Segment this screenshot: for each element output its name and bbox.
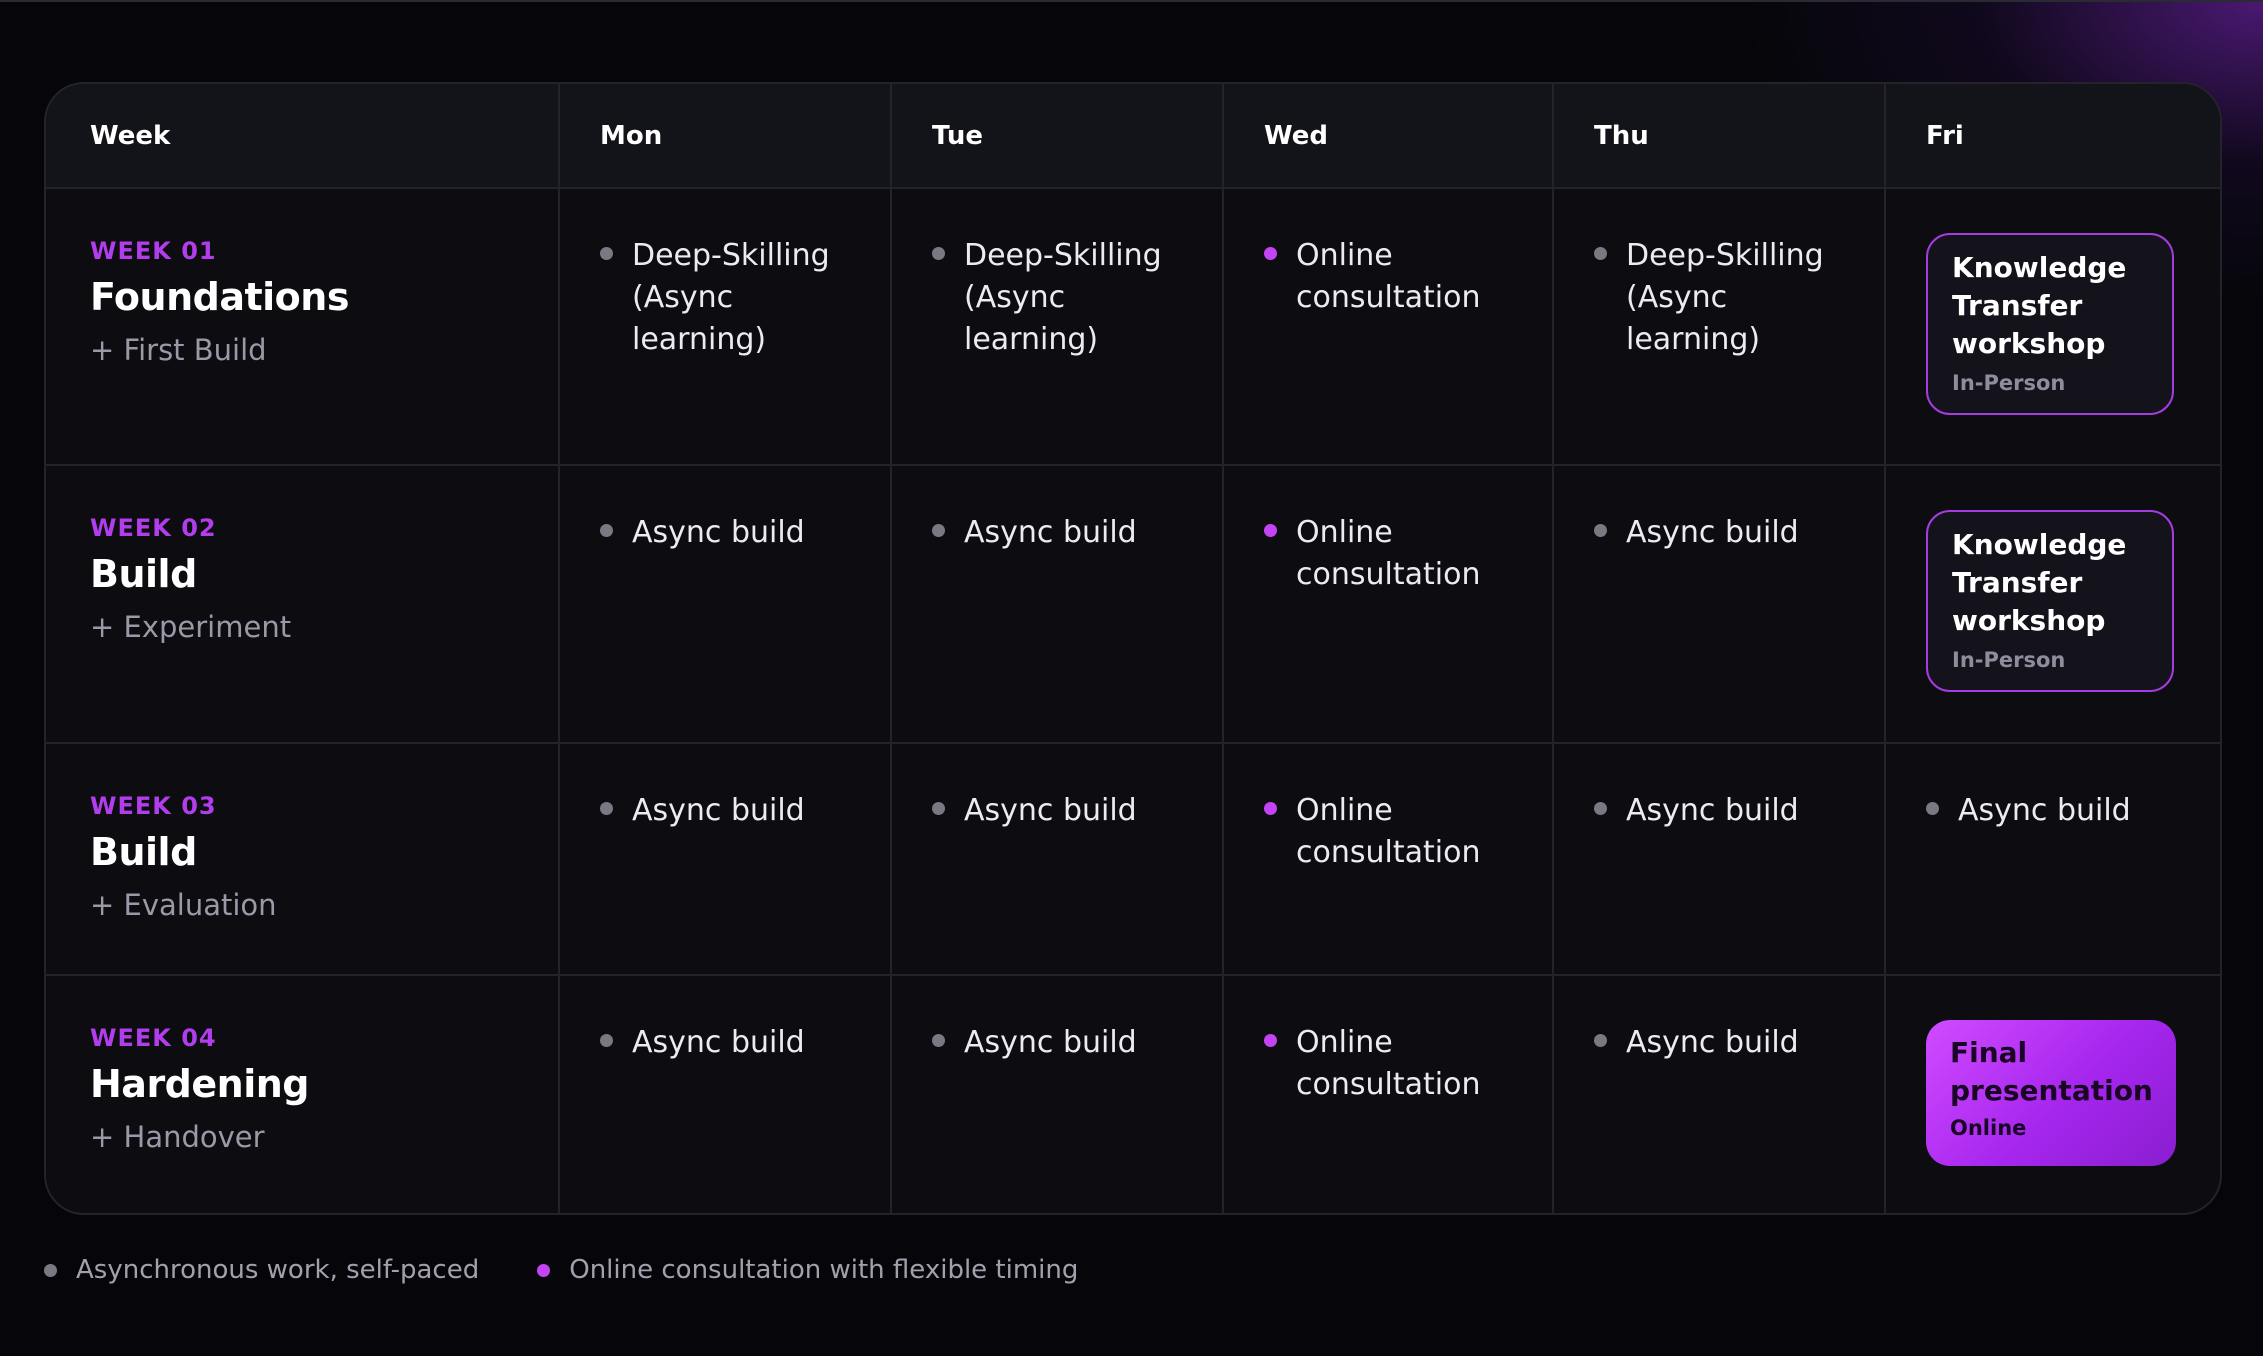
day-cell-tue: Async build — [892, 466, 1224, 744]
day-cell-mon: Async build — [560, 976, 892, 1213]
day-cell-thu: Async build — [1554, 744, 1886, 976]
day-cell-wed: Online consultation — [1224, 744, 1554, 976]
day-cell-fri: Async build — [1886, 744, 2220, 976]
day-cell-fri: Knowledge Transfer workshop In-Person — [1886, 189, 2220, 466]
week-cell: WEEK 03 Build + Evaluation — [46, 744, 560, 976]
activity-label: Async build — [1958, 793, 2131, 828]
online-dot-icon — [1264, 802, 1277, 815]
week-number: WEEK 04 — [90, 1024, 217, 1052]
legend-label: Asynchronous work, self-paced — [76, 1255, 480, 1285]
day-cell-tue: Deep-Skilling (Async learning) — [892, 189, 1224, 466]
day-cell-tue: Async build — [892, 744, 1224, 976]
card-mode: In-Person — [1952, 648, 2066, 672]
activity-label: Async build — [964, 515, 1137, 550]
activity-label: Deep-Skilling (Async learning) — [964, 238, 1162, 357]
day-cell-wed: Online consultation — [1224, 189, 1554, 466]
header-tue: Tue — [892, 84, 1224, 189]
legend: Asynchronous work, self-paced Online cons… — [44, 1255, 1136, 1285]
header-week: Week — [46, 84, 560, 189]
day-cell-wed: Online consultation — [1224, 466, 1554, 744]
async-dot-icon — [600, 524, 613, 537]
week-title: Hardening — [90, 1062, 310, 1106]
week-number: WEEK 02 — [90, 514, 217, 542]
schedule-table: Week Mon Tue Wed Thu Fri WEEK 01 Foundations + F… — [44, 82, 2222, 1215]
activity-label: Async build — [964, 793, 1137, 828]
activity-label: Deep-Skilling (Async learning) — [1626, 238, 1824, 357]
day-cell-thu: Deep-Skilling (Async learning) — [1554, 189, 1886, 466]
card-title: Final presentation — [1950, 1036, 2153, 1107]
week-title: Foundations — [90, 275, 349, 319]
week-subtitle: + Handover — [90, 1120, 265, 1154]
workshop-card[interactable]: Knowledge Transfer workshop In-Person — [1926, 233, 2174, 415]
activity-label: Async build — [632, 793, 805, 828]
day-cell-thu: Async build — [1554, 976, 1886, 1213]
day-cell-mon: Deep-Skilling (Async learning) — [560, 189, 892, 466]
header-fri: Fri — [1886, 84, 2220, 189]
week-cell: WEEK 01 Foundations + First Build — [46, 189, 560, 466]
async-dot-icon — [1594, 524, 1607, 537]
week-cell: WEEK 04 Hardening + Handover — [46, 976, 560, 1213]
header-wed: Wed — [1224, 84, 1554, 189]
top-border-line — [0, 0, 2263, 2]
header-mon: Mon — [560, 84, 892, 189]
async-dot-icon — [932, 247, 945, 260]
async-dot-icon — [932, 1034, 945, 1047]
day-cell-thu: Async build — [1554, 466, 1886, 744]
card-title: Knowledge Transfer workshop — [1952, 251, 2127, 360]
legend-item-online: Online consultation with flexible timing — [537, 1255, 1078, 1285]
legend-item-async: Asynchronous work, self-paced — [44, 1255, 479, 1285]
activity-label: Online consultation — [1296, 515, 1481, 592]
week-subtitle: + Experiment — [90, 610, 292, 644]
online-dot-icon — [1264, 1034, 1277, 1047]
async-dot-icon — [1594, 802, 1607, 815]
header-thu: Thu — [1554, 84, 1886, 189]
week-subtitle: + Evaluation — [90, 888, 277, 922]
async-dot-icon — [1594, 1034, 1607, 1047]
async-dot-icon — [1926, 802, 1939, 815]
activity-label: Async build — [1626, 793, 1799, 828]
activity-label: Online consultation — [1296, 793, 1481, 870]
day-cell-tue: Async build — [892, 976, 1224, 1213]
activity-label: Async build — [632, 515, 805, 550]
week-number: WEEK 03 — [90, 792, 217, 820]
async-dot-icon — [600, 1034, 613, 1047]
activity-label: Async build — [1626, 515, 1799, 550]
card-mode: In-Person — [1952, 371, 2066, 395]
async-dot-icon — [932, 524, 945, 537]
activity-label: Async build — [632, 1025, 805, 1060]
activity-label: Deep-Skilling (Async learning) — [632, 238, 830, 357]
activity-label: Online consultation — [1296, 238, 1481, 315]
day-cell-fri: Knowledge Transfer workshop In-Person — [1886, 466, 2220, 744]
card-mode: Online — [1950, 1116, 2027, 1140]
week-title: Build — [90, 830, 197, 874]
activity-label: Async build — [964, 1025, 1137, 1060]
week-subtitle: + First Build — [90, 333, 267, 367]
async-dot-icon — [600, 802, 613, 815]
activity-label: Online consultation — [1296, 1025, 1481, 1102]
online-dot-icon — [537, 1263, 551, 1277]
final-presentation-card[interactable]: Final presentation Online — [1926, 1020, 2176, 1166]
online-dot-icon — [1264, 247, 1277, 260]
async-dot-icon — [1594, 247, 1607, 260]
legend-label: Online consultation with flexible timing — [569, 1255, 1079, 1285]
activity-label: Async build — [1626, 1025, 1799, 1060]
week-cell: WEEK 02 Build + Experiment — [46, 466, 560, 744]
day-cell-fri: Final presentation Online — [1886, 976, 2220, 1213]
week-title: Build — [90, 552, 197, 596]
workshop-card[interactable]: Knowledge Transfer workshop In-Person — [1926, 510, 2174, 692]
online-dot-icon — [1264, 524, 1277, 537]
async-dot-icon — [600, 247, 613, 260]
async-dot-icon — [44, 1263, 57, 1277]
day-cell-wed: Online consultation — [1224, 976, 1554, 1213]
day-cell-mon: Async build — [560, 744, 892, 976]
day-cell-mon: Async build — [560, 466, 892, 744]
async-dot-icon — [932, 802, 945, 815]
week-number: WEEK 01 — [90, 237, 217, 265]
card-title: Knowledge Transfer workshop — [1952, 528, 2127, 637]
